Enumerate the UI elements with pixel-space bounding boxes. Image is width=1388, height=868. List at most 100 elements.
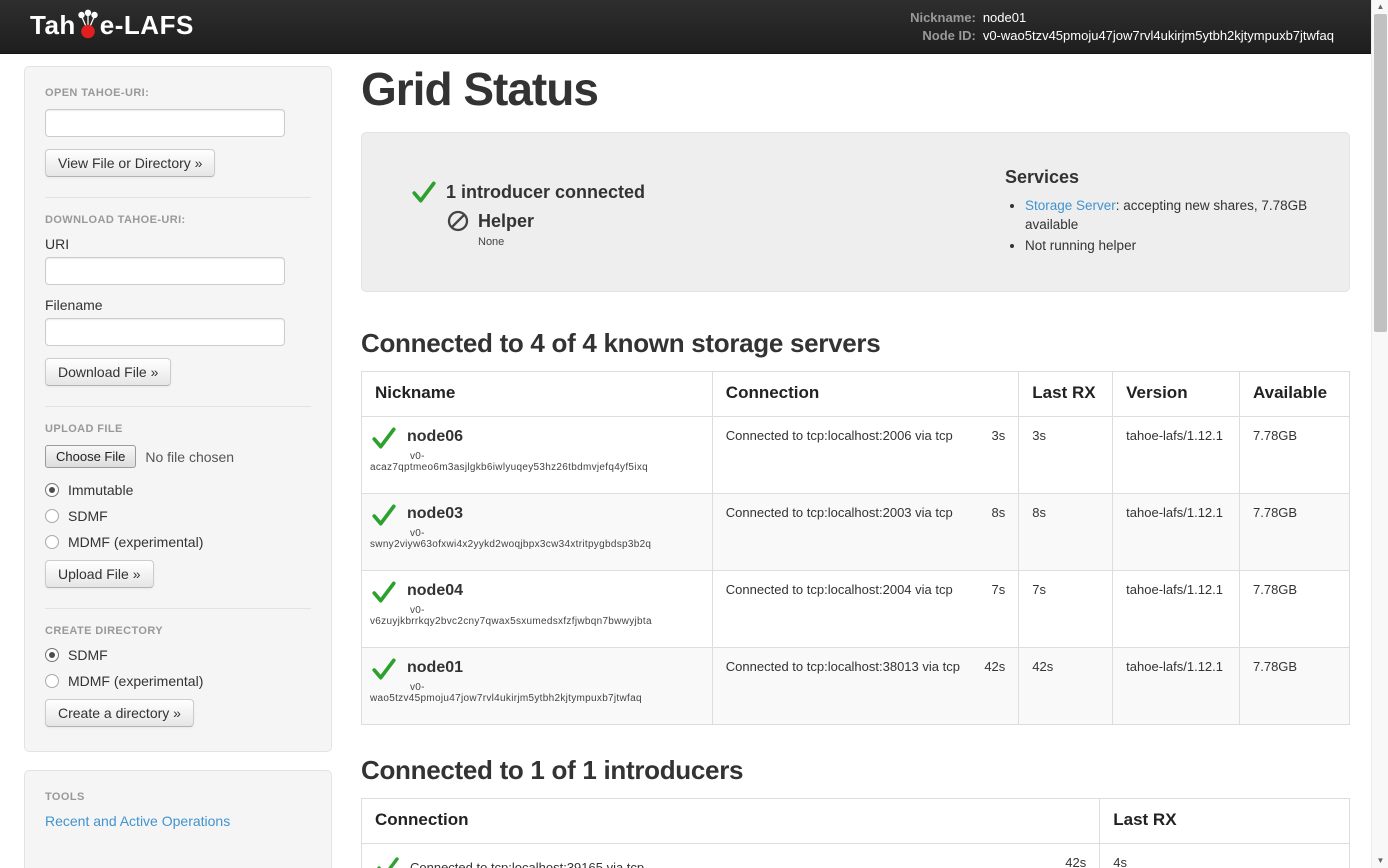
- server-nickname: node06: [407, 425, 463, 446]
- col-nickname: Nickname: [362, 372, 713, 417]
- radio-sdmf-upload[interactable]: SDMF: [45, 508, 311, 524]
- download-file-button[interactable]: Download File »: [45, 358, 171, 386]
- open-uri-label: OPEN TAHOE-URI:: [45, 87, 311, 99]
- service-storage-item: Storage Server: accepting new shares, 7.…: [1025, 196, 1325, 234]
- upload-file-section: UPLOAD FILE Choose File No file chosen I…: [45, 406, 311, 608]
- scrollbar-up-arrow-icon[interactable]: ▲: [1372, 0, 1388, 14]
- radio-sdmf-upload-icon[interactable]: [45, 509, 59, 523]
- radio-mdmf-mkdir-icon[interactable]: [45, 674, 59, 688]
- server-connection: Connected to tcp:localhost:38013 via tcp: [726, 659, 960, 674]
- download-filename-input[interactable]: [45, 318, 285, 346]
- open-uri-input[interactable]: [45, 109, 285, 137]
- status-well: 1 introducer connected Helper None Servi…: [361, 132, 1350, 292]
- col-intro-last-rx: Last RX: [1100, 799, 1350, 844]
- server-version: tahoe-lafs/1.12.1: [1113, 648, 1240, 725]
- scrollbar-thumb[interactable]: [1374, 14, 1387, 332]
- choose-file-button[interactable]: Choose File: [45, 445, 136, 468]
- server-last-rx: 42s: [1019, 648, 1113, 725]
- server-connection-time: 3s: [992, 428, 1006, 443]
- helper-value: None: [478, 236, 1005, 248]
- radio-immutable[interactable]: Immutable: [45, 482, 311, 498]
- download-uri-label: DOWNLOAD TAHOE-URI:: [45, 214, 311, 226]
- server-available: 7.78GB: [1240, 571, 1350, 648]
- introducer-check-icon: [375, 855, 401, 868]
- view-file-button[interactable]: View File or Directory »: [45, 149, 215, 177]
- recent-operations-link[interactable]: Recent and Active Operations: [45, 813, 230, 829]
- server-available: 7.78GB: [1240, 648, 1350, 725]
- server-nickname: node04: [407, 579, 463, 600]
- server-connection-time: 42s: [984, 659, 1005, 674]
- create-directory-section: CREATE DIRECTORY SDMF MDMF (experimental…: [45, 608, 311, 747]
- table-row: node03 v0- swny2viyw63ofxwi4x2yykd2woqjb…: [362, 494, 1350, 571]
- tools-panel: TOOLS Recent and Active Operations: [24, 770, 332, 868]
- radio-sdmf-mkdir[interactable]: SDMF: [45, 647, 311, 663]
- download-uri-input[interactable]: [45, 257, 285, 285]
- no-file-chosen-text: No file chosen: [145, 449, 234, 465]
- server-connection: Connected to tcp:localhost:2004 via tcp: [726, 582, 953, 597]
- radio-mdmf-upload-icon[interactable]: [45, 535, 59, 549]
- server-connected-check-icon: [370, 656, 398, 682]
- no-helper-icon: [446, 209, 470, 233]
- introducer-last-rx: 4s: [1100, 844, 1350, 868]
- sidebar-forms-panel: OPEN TAHOE-URI: View File or Directory »…: [24, 66, 332, 752]
- radio-immutable-icon[interactable]: [45, 483, 59, 497]
- server-id-prefix: v0-: [410, 682, 704, 693]
- storage-servers-heading: Connected to 4 of 4 known storage server…: [361, 328, 1350, 359]
- logo-text-post: e-LAFS: [100, 12, 194, 38]
- vertical-scrollbar[interactable]: ▲ ▼: [1371, 0, 1388, 868]
- server-connection: Connected to tcp:localhost:2003 via tcp: [726, 505, 953, 520]
- server-connection-time: 8s: [992, 505, 1006, 520]
- storage-servers-table: Nickname Connection Last RX Version Avai…: [361, 371, 1350, 725]
- server-available: 7.78GB: [1240, 494, 1350, 571]
- introducer-status-text: 1 introducer connected: [446, 182, 645, 203]
- introducers-heading: Connected to 1 of 1 introducers: [361, 755, 1350, 786]
- server-version: tahoe-lafs/1.12.1: [1113, 571, 1240, 648]
- server-last-rx: 7s: [1019, 571, 1113, 648]
- server-connected-check-icon: [370, 425, 398, 451]
- open-uri-section: OPEN TAHOE-URI: View File or Directory »: [45, 71, 311, 197]
- server-nickname: node01: [407, 656, 463, 677]
- col-connection: Connection: [712, 372, 1018, 417]
- tahoe-lafs-logo: Tah e-LAFS: [30, 9, 194, 44]
- server-id-prefix: v0-: [410, 605, 704, 616]
- nickname-label: Nickname:: [910, 10, 976, 26]
- server-last-rx: 8s: [1019, 494, 1113, 571]
- table-row: node04 v0- v6zuyjkbrrkqy2bvc2cny7qwax5sx…: [362, 571, 1350, 648]
- server-version: tahoe-lafs/1.12.1: [1113, 494, 1240, 571]
- create-directory-button[interactable]: Create a directory »: [45, 699, 194, 727]
- logo-text-pre: Tah: [30, 12, 76, 38]
- filename-field-label: Filename: [45, 297, 311, 313]
- radio-mdmf-upload[interactable]: MDMF (experimental): [45, 534, 311, 550]
- download-uri-section: DOWNLOAD TAHOE-URI: URI Filename Downloa…: [45, 197, 311, 406]
- tahoe-balloons-icon: [77, 9, 99, 39]
- create-directory-label: CREATE DIRECTORY: [45, 625, 311, 637]
- introducers-table: Connection Last RX Connected to tcp:loca…: [361, 798, 1350, 868]
- server-id-prefix: v0-: [410, 451, 704, 462]
- introducer-connection-time: 42s: [1065, 855, 1086, 868]
- server-id-hash: swny2viyw63ofxwi4x2yykd2woqjbpx3cw34xtri…: [370, 539, 704, 550]
- table-row: node01 v0- wao5tzv45pmoju47jow7rvl4ukirj…: [362, 648, 1350, 725]
- table-row: node06 v0- acaz7qptmeo6m3asjlgkb6iwlyuqe…: [362, 417, 1350, 494]
- tools-label: TOOLS: [45, 791, 311, 803]
- server-available: 7.78GB: [1240, 417, 1350, 494]
- server-id-hash: wao5tzv45pmoju47jow7rvl4ukirjm5ytbh2kjty…: [370, 693, 704, 704]
- sidebar: OPEN TAHOE-URI: View File or Directory »…: [24, 66, 332, 868]
- col-last-rx: Last RX: [1019, 372, 1113, 417]
- server-connection-time: 7s: [992, 582, 1006, 597]
- uri-field-label: URI: [45, 236, 311, 252]
- server-connected-check-icon: [370, 502, 398, 528]
- server-id-prefix: v0-: [410, 528, 704, 539]
- server-version: tahoe-lafs/1.12.1: [1113, 417, 1240, 494]
- services-block: Services Storage Server: accepting new s…: [1005, 161, 1325, 265]
- services-title: Services: [1005, 167, 1325, 188]
- scrollbar-down-arrow-icon[interactable]: ▼: [1372, 854, 1388, 868]
- upload-file-button[interactable]: Upload File »: [45, 560, 154, 588]
- helper-title: Helper: [478, 211, 534, 232]
- storage-server-link[interactable]: Storage Server: [1025, 198, 1116, 213]
- upload-file-label: UPLOAD FILE: [45, 423, 311, 435]
- radio-mdmf-mkdir[interactable]: MDMF (experimental): [45, 673, 311, 689]
- main-content: Grid Status 1 introducer connected Helpe…: [361, 54, 1350, 868]
- nickname-value: node01: [983, 10, 1334, 26]
- radio-sdmf-mkdir-icon[interactable]: [45, 648, 59, 662]
- col-version: Version: [1113, 372, 1240, 417]
